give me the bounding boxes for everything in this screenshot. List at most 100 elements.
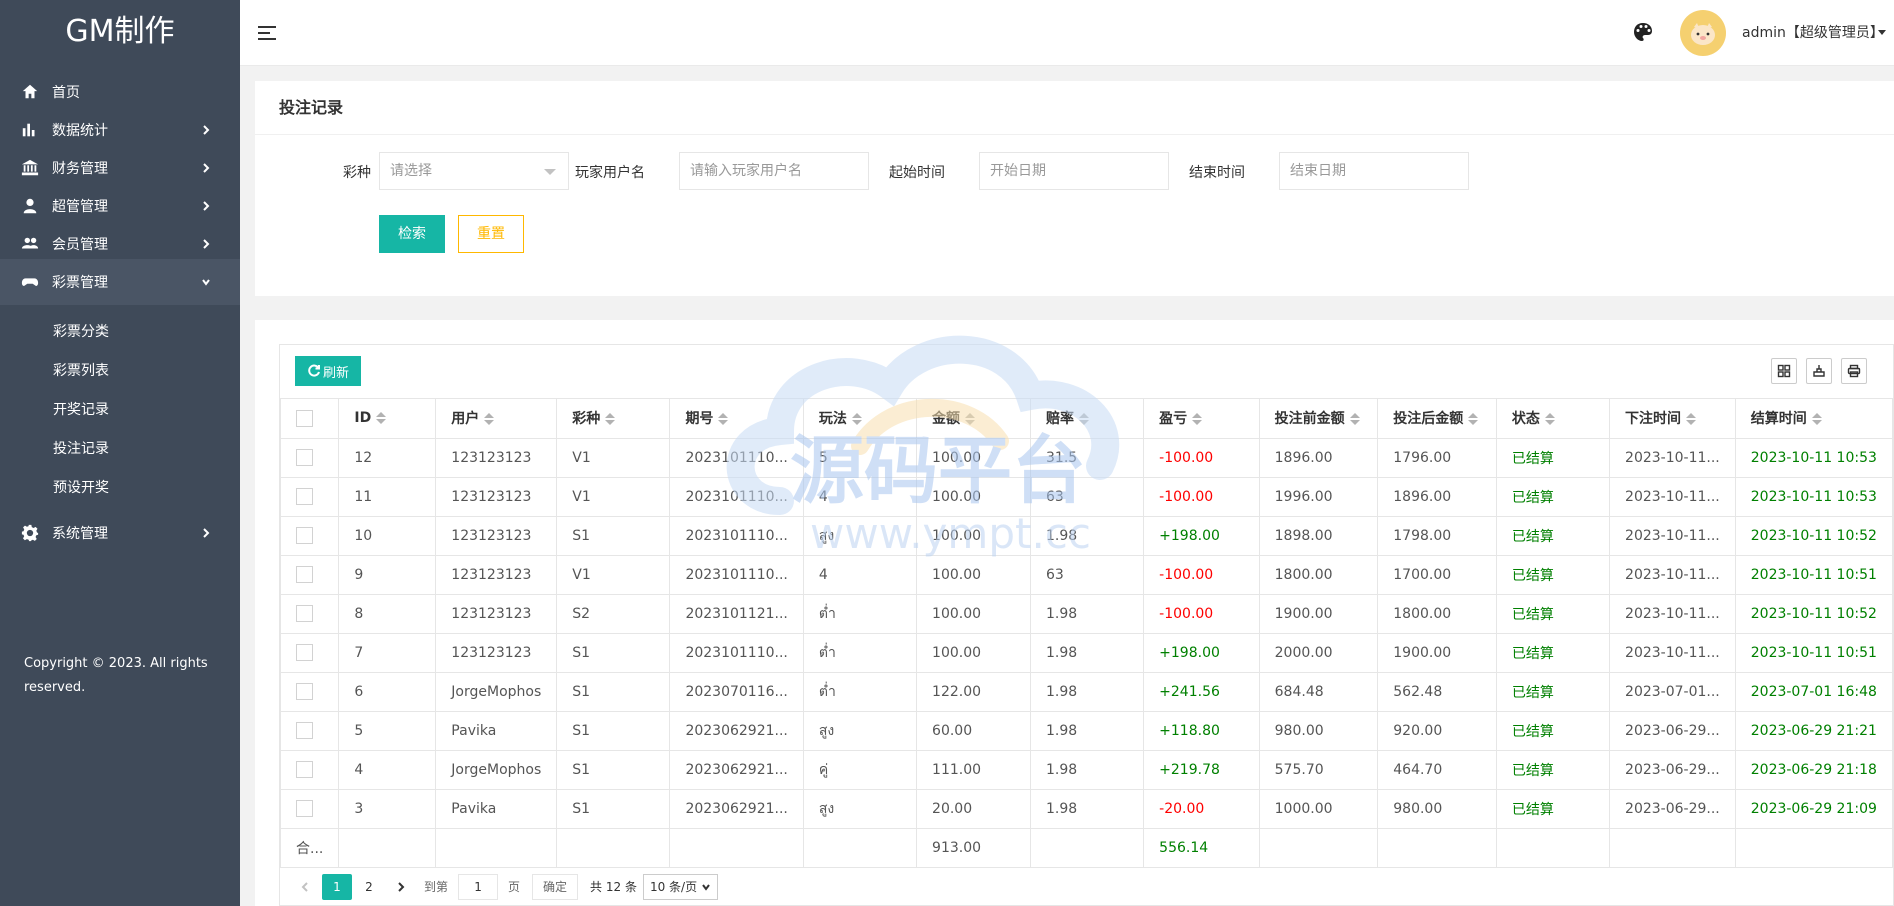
col-header-user[interactable]: 用户 <box>435 399 558 439</box>
row-checkbox[interactable] <box>296 449 313 466</box>
table-row[interactable]: 10 123123123 S1 2023101110... สูง 100.00 1.98 +… <box>280 515 1893 556</box>
table-row[interactable]: 4 JorgeMophos S1 2023062921... คู่ 111.00 1.98… <box>280 749 1893 790</box>
col-header-bet-time[interactable]: 下注时间 <box>1609 399 1736 439</box>
next-page-icon[interactable] <box>386 874 416 900</box>
player-input[interactable]: 请输入玩家用户名 <box>679 152 869 190</box>
col-header-after-amount[interactable]: 投注后金额 <box>1377 399 1497 439</box>
row-checkbox[interactable] <box>296 605 313 622</box>
table-row[interactable]: 12 123123123 V1 2023101110... 5 100.00 31.5 -10… <box>280 437 1893 478</box>
sort-icon[interactable] <box>1349 412 1360 426</box>
row-checkbox[interactable] <box>296 566 313 583</box>
col-header-lottery[interactable]: 彩种 <box>556 399 671 439</box>
end-date-input[interactable]: 结束日期 <box>1279 152 1469 190</box>
lottery-label: 彩种 <box>343 165 371 181</box>
table-row[interactable]: 5 Pavika S1 2023062921... สูง 60.00 1.98 +118.8… <box>280 710 1893 751</box>
page-size-select[interactable]: 10 条/页 <box>642 873 719 900</box>
cell-before: 1000.00 <box>1258 788 1379 829</box>
col-header-status[interactable]: 状态 <box>1495 399 1611 439</box>
col-header-pnl[interactable]: 盈亏 <box>1143 399 1260 439</box>
col-header-settle-time[interactable]: 结算时间 <box>1734 399 1893 439</box>
table-row[interactable]: 11 123123123 V1 2023101110... 4 100.00 63 -100.… <box>280 476 1893 517</box>
palette-icon[interactable] <box>1633 22 1655 44</box>
cell-odds: 31.5 <box>1029 437 1145 478</box>
page-1[interactable]: 1 <box>322 873 352 900</box>
table-row[interactable]: 7 123123123 S1 2023101110... ต่ำ 100.00 1.98 +1… <box>280 632 1893 673</box>
cell-id: 7 <box>338 632 437 673</box>
sidebar-subitem-preset-draw[interactable]: 预设开奖 <box>0 467 240 506</box>
row-checkbox[interactable] <box>296 761 313 778</box>
sort-icon[interactable] <box>376 411 387 425</box>
cell-odds: 63 <box>1029 554 1145 595</box>
row-select-cell <box>280 788 340 829</box>
sort-icon[interactable] <box>1544 412 1555 426</box>
bank-icon <box>20 158 40 178</box>
bar-chart-icon <box>20 120 40 140</box>
sidebar-subitem-lottery-category[interactable]: 彩票分类 <box>0 311 240 350</box>
cell-lottery: S1 <box>556 710 671 751</box>
sidebar-subitem-bet-records[interactable]: 投注记录 <box>0 428 240 467</box>
start-date-input[interactable]: 开始日期 <box>979 152 1169 190</box>
col-header-period[interactable]: 期号 <box>669 399 804 439</box>
user-menu[interactable]: admin【超级管理员】 <box>1742 22 1884 42</box>
export-icon[interactable] <box>1806 358 1832 384</box>
menu-toggle-icon[interactable] <box>256 22 278 44</box>
table-row[interactable]: 8 123123123 S2 2023101121... ต่ำ 100.00 1.98 -1… <box>280 593 1893 634</box>
goto-confirm-button[interactable]: 确定 <box>532 873 579 900</box>
sidebar-subitem-draw-records[interactable]: 开奖记录 <box>0 389 240 428</box>
sidebar-subitem-lottery-list[interactable]: 彩票列表 <box>0 350 240 389</box>
cell-id: 8 <box>338 593 437 634</box>
goto-page-input[interactable]: 1 <box>458 873 499 900</box>
sort-icon[interactable] <box>484 412 495 426</box>
cell-pnl: -100.00 <box>1143 476 1260 517</box>
print-icon[interactable] <box>1841 358 1867 384</box>
row-checkbox[interactable] <box>296 488 313 505</box>
col-header-odds[interactable]: 赔率 <box>1029 399 1145 439</box>
cell-id: 10 <box>338 515 437 556</box>
sort-icon[interactable] <box>718 412 729 426</box>
table-row[interactable]: 6 JorgeMophos S1 2023070116... ต่ำ 122.00 1.98… <box>280 671 1893 712</box>
cell-user: 123123123 <box>435 437 558 478</box>
total-pnl: 556.14 <box>1143 827 1260 867</box>
reset-button[interactable]: 重置 <box>458 215 524 253</box>
sidebar-item-lottery[interactable]: 彩票管理 <box>0 259 240 305</box>
sort-icon[interactable] <box>1686 412 1697 426</box>
sort-icon[interactable] <box>1468 412 1479 426</box>
search-button[interactable]: 检索 <box>379 215 445 253</box>
col-header-before-amount[interactable]: 投注前金额 <box>1258 399 1379 439</box>
cell-status: 已结算 <box>1495 749 1611 790</box>
col-header-amount[interactable]: 金额 <box>916 399 1031 439</box>
prev-page-icon[interactable] <box>290 874 320 900</box>
gamepad-icon <box>20 272 40 292</box>
cell-after: 980.00 <box>1377 788 1497 829</box>
row-checkbox[interactable] <box>296 722 313 739</box>
row-checkbox[interactable] <box>296 527 313 544</box>
sort-icon[interactable] <box>965 412 976 426</box>
sort-icon[interactable] <box>1811 412 1822 426</box>
sort-icon[interactable] <box>851 412 862 426</box>
sidebar-item-label: 数据统计 <box>52 123 108 139</box>
refresh-button[interactable]: 刷新 <box>295 356 361 386</box>
sort-icon[interactable] <box>1079 412 1089 426</box>
cell-play: ต่ำ <box>802 671 918 712</box>
table-row[interactable]: 3 Pavika S1 2023062921... สูง 20.00 1.98 -20.00… <box>280 788 1893 829</box>
sort-icon[interactable] <box>605 412 616 426</box>
columns-filter-icon[interactable] <box>1771 358 1797 384</box>
col-header-id[interactable]: ID <box>338 399 437 439</box>
sort-icon[interactable] <box>1192 412 1203 426</box>
select-all-checkbox[interactable] <box>296 409 313 427</box>
table-row[interactable]: 9 123123123 V1 2023101110... 4 100.00 63 -100.0… <box>280 554 1893 595</box>
sidebar-item-system[interactable]: 系统管理 <box>0 510 240 556</box>
caret-down-icon[interactable] <box>1878 30 1886 35</box>
page-2[interactable]: 2 <box>354 874 384 900</box>
cell-odds: 1.98 <box>1029 710 1145 751</box>
row-checkbox[interactable] <box>296 800 313 817</box>
select-all-cell <box>280 399 340 439</box>
row-checkbox[interactable] <box>296 644 313 661</box>
total-amount: 913.00 <box>916 827 1031 867</box>
avatar[interactable] <box>1680 10 1726 56</box>
row-checkbox[interactable] <box>296 683 313 700</box>
cell-lottery: S1 <box>556 788 671 829</box>
col-header-play[interactable]: 玩法 <box>802 399 918 439</box>
cell-play: ต่ำ <box>802 632 918 673</box>
cell-period: 2023062921... <box>669 749 804 790</box>
